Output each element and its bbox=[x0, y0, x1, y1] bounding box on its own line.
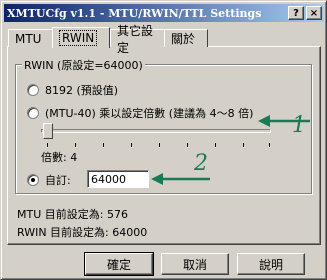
slider-track bbox=[41, 129, 271, 133]
slider-tick bbox=[243, 143, 244, 147]
slider-thumb[interactable] bbox=[43, 123, 53, 139]
option-custom-label: 自訂: bbox=[45, 174, 71, 187]
tab-rwin[interactable]: RWIN bbox=[52, 27, 110, 48]
settings-window: XMTUCfg v1.1 - MTU/RWIN/TTL Settings ? ×… bbox=[0, 0, 327, 280]
annotation-arrow-1 bbox=[258, 115, 310, 127]
option-custom-radio-row[interactable]: 自訂: bbox=[27, 172, 71, 188]
slider-tick bbox=[131, 143, 132, 147]
slider-tick bbox=[159, 143, 160, 147]
window-title: XMTUCfg v1.1 - MTU/RWIN/TTL Settings bbox=[7, 6, 262, 20]
radio-multiplier[interactable] bbox=[27, 107, 39, 119]
slider-tick bbox=[75, 143, 76, 147]
radio-custom[interactable] bbox=[27, 174, 39, 186]
close-button[interactable]: × bbox=[306, 6, 322, 20]
option-multiplier-radio-row[interactable]: (MTU-40) 乘以設定倍數 (建議為 4～8 倍) bbox=[27, 105, 253, 121]
rwin-current-status: RWIN 目前設定為: 64000 bbox=[17, 226, 148, 239]
help-button[interactable]: 說明 bbox=[237, 253, 305, 275]
rwin-group-title: RWIN (原設定=64000) bbox=[22, 57, 145, 73]
slider-tick bbox=[187, 143, 188, 147]
multiplier-value-label: 倍數: 4 bbox=[41, 151, 78, 164]
cancel-button[interactable]: 取消 bbox=[161, 253, 229, 275]
slider-tick bbox=[215, 143, 216, 147]
slider-tick bbox=[103, 143, 104, 147]
custom-rwin-input[interactable] bbox=[87, 170, 149, 188]
help-title-button[interactable]: ? bbox=[288, 6, 304, 20]
tab-mtu[interactable]: MTU bbox=[8, 29, 54, 47]
mtu-current-status: MTU 目前設定為: 576 bbox=[17, 208, 128, 221]
option-default-radio-row[interactable]: 8192 (預設值) bbox=[27, 82, 118, 98]
option-multiplier-label: (MTU-40) 乘以設定倍數 (建議為 4～8 倍) bbox=[45, 107, 254, 120]
title-bar: XMTUCfg v1.1 - MTU/RWIN/TTL Settings ? × bbox=[4, 4, 324, 22]
option-default-label: 8192 (預設值) bbox=[45, 84, 119, 97]
tab-other-settings[interactable]: 其它設定 bbox=[110, 24, 166, 55]
tab-about[interactable]: 關於 bbox=[164, 29, 208, 47]
radio-default[interactable] bbox=[27, 84, 39, 96]
ok-button[interactable]: 確定 bbox=[84, 252, 154, 276]
slider-tick bbox=[269, 143, 270, 147]
annotation-arrow-2 bbox=[151, 173, 210, 185]
multiplier-slider[interactable] bbox=[41, 123, 271, 149]
slider-tick bbox=[47, 143, 48, 147]
